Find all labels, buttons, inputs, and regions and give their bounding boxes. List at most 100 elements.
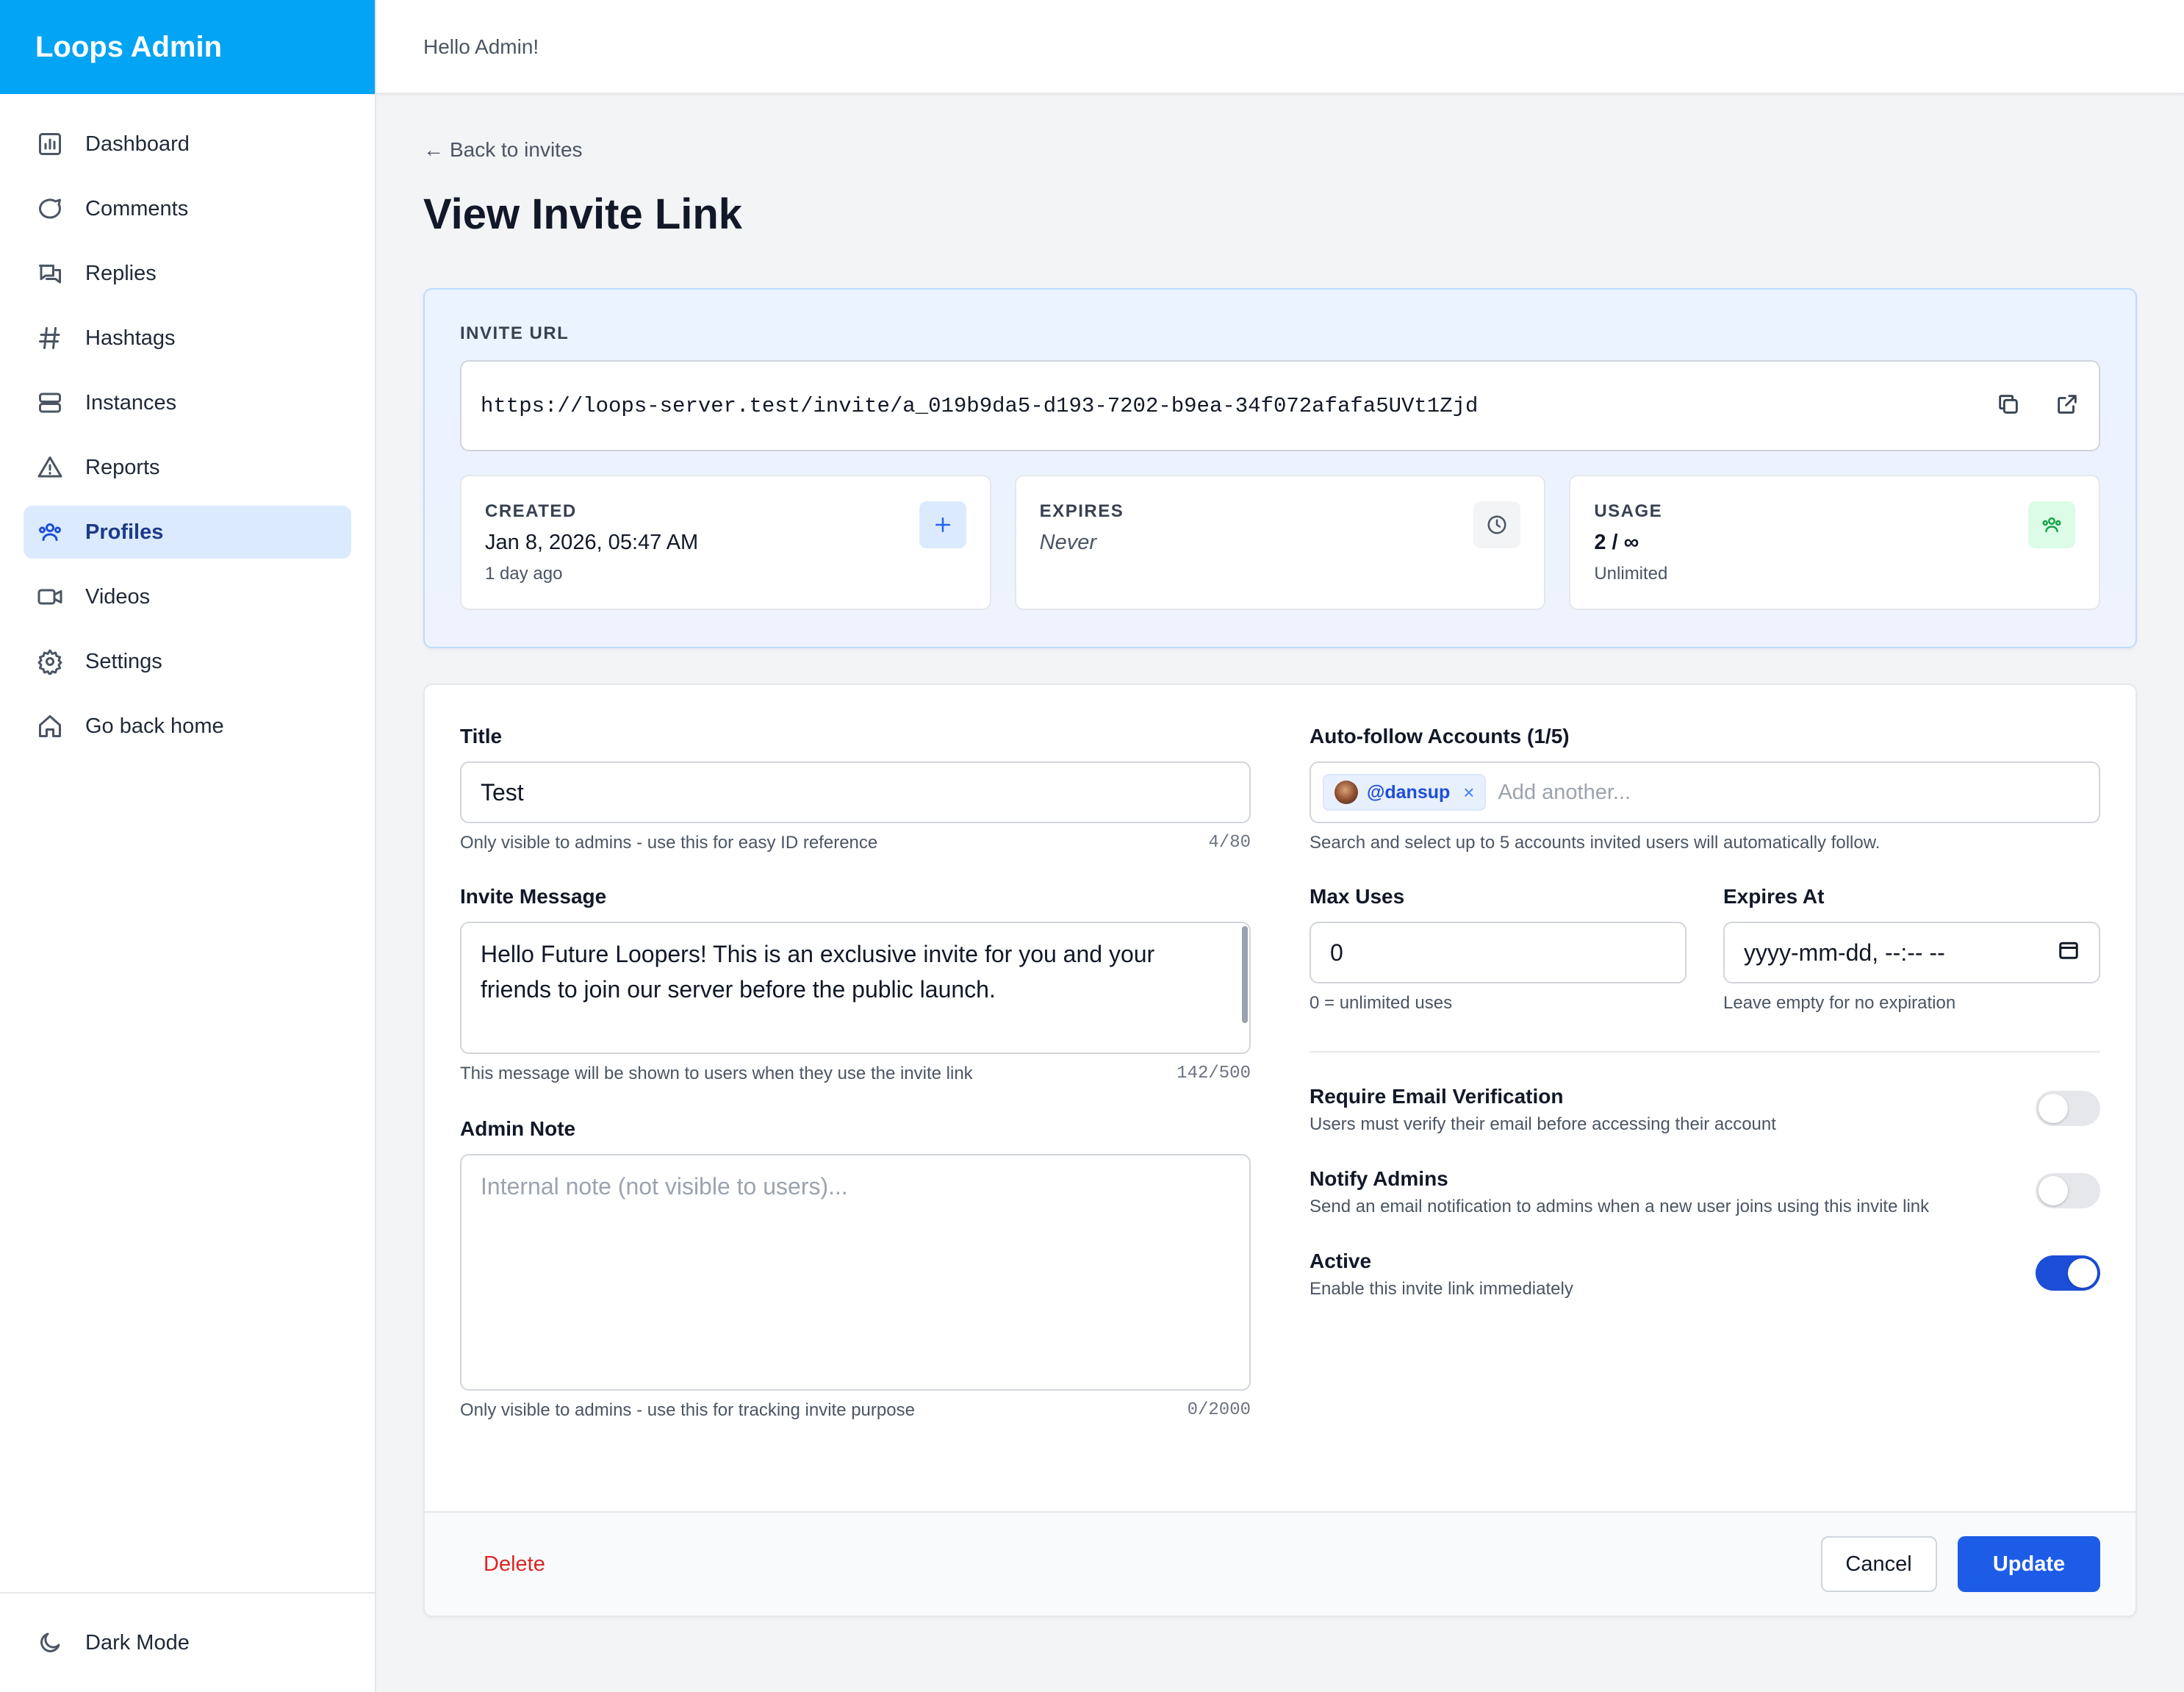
invite-url-card: INVITE URL https://loops-server.test/inv… [423,288,2137,648]
toggle-knob [2038,1176,2068,1205]
form-left-column: Title Test Only visible to admins - use … [460,722,1251,1423]
max-uses-help-row: 0 = unlimited uses [1310,991,1687,1016]
sidebar-item-dashboard[interactable]: Dashboard [24,118,351,171]
sidebar-item-hashtags[interactable]: Hashtags [24,312,351,365]
dark-mode-label: Dark Mode [85,1630,190,1655]
admin-note-textarea[interactable]: Internal note (not visible to users)... [460,1154,1251,1391]
autofollow-help-row: Search and select up to 5 accounts invit… [1310,831,2100,856]
max-uses-label: Max Uses [1310,885,1405,908]
toggle-title: Active [1310,1250,1372,1272]
expires-at-help: Leave empty for no expiration [1723,993,1956,1013]
toggle-title: Require Email Verification [1310,1085,1564,1108]
home-icon [35,711,65,741]
max-uses-input[interactable]: 0 [1310,922,1687,983]
arrow-left-icon: ← [423,138,444,161]
cancel-button[interactable]: Cancel [1820,1536,1937,1592]
video-icon [35,582,65,612]
back-to-invites-link[interactable]: ← Back to invites [423,135,2137,165]
sidebar-item-label: Videos [85,584,151,609]
greeting: Hello Admin! [423,35,539,58]
toggle-knob [2038,1094,2068,1123]
footer-actions: Cancel Update [1820,1536,2100,1592]
invite-message-textarea[interactable]: Hello Future Loopers! This is an exclusi… [460,922,1251,1054]
toggle-text: Notify Admins Send an email notification… [1310,1164,1929,1217]
external-link-icon[interactable] [2055,392,2080,420]
toggle-row-notify-admins: Notify Admins Send an email notification… [1310,1164,2100,1217]
sidebar-item-reports[interactable]: Reports [24,441,351,494]
uses-expiry-row: Max Uses 0 0 = unlimited uses Expires At… [1310,882,2100,1016]
copy-icon[interactable] [1996,392,2021,420]
invite-form: Title Test Only visible to admins - use … [423,684,2137,1617]
title-help-row: Only visible to admins - use this for ea… [460,831,1251,856]
clock-icon [1473,501,1521,548]
brand-logo[interactable]: Loops Admin [0,0,375,94]
textarea-scrollbar[interactable] [1242,926,1248,1023]
autofollow-help: Search and select up to 5 accounts invit… [1310,833,1881,853]
notify-admins-toggle[interactable] [2036,1173,2100,1208]
sidebar-item-label: Dashboard [85,132,190,156]
invite-message-text: Hello Future Loopers! This is an exclusi… [481,941,1155,1003]
divider [1310,1051,2100,1053]
server-icon [35,388,65,417]
toggle-title: Notify Admins [1310,1167,1448,1190]
stat-expires: EXPIRES Never [1014,475,1546,610]
stat-created: CREATED Jan 8, 2026, 05:47 AM 1 day ago [460,475,991,610]
update-button[interactable]: Update [1958,1536,2100,1592]
admin-note-help: Only visible to admins - use this for tr… [460,1400,915,1420]
comment-icon [35,194,65,223]
sidebar-item-replies[interactable]: Replies [24,247,351,300]
gear-icon [35,647,65,676]
toggle-row-active: Active Enable this invite link immediate… [1310,1247,2100,1300]
avatar [1335,781,1358,804]
title-counter: 4/80 [1208,833,1251,853]
calendar-icon[interactable] [2058,939,2080,967]
stat-usage-label: USAGE [1594,501,1663,521]
stat-created-value: Jan 8, 2026, 05:47 AM [485,531,699,554]
sidebar-item-comments[interactable]: Comments [24,182,351,235]
dark-mode-toggle[interactable]: Dark Mode [0,1592,375,1692]
sidebar-item-label: Go back home [85,714,224,738]
max-uses-help: 0 = unlimited uses [1310,993,1453,1013]
expires-at-label: Expires At [1723,885,1825,908]
title-input[interactable]: Test [460,761,1251,823]
toggle-row-email-verification: Require Email Verification Users must ve… [1310,1082,2100,1135]
main-content: ← Back to invites View Invite Link INVIT… [423,94,2137,1617]
invite-message-label: Invite Message [460,885,607,908]
expires-at-input[interactable]: yyyy-mm-dd, --:-- -- [1723,922,2100,983]
url-actions [1996,392,2080,420]
invite-stats: CREATED Jan 8, 2026, 05:47 AM 1 day ago … [460,475,2101,610]
sidebar-item-profiles[interactable]: Profiles [24,506,351,559]
autofollow-input[interactable]: @dansup × Add another... [1310,761,2100,823]
sidebar-item-label: Instances [85,390,177,415]
toggle-desc: Enable this invite link immediately [1310,1279,1573,1299]
sidebar-item-label: Comments [85,196,189,221]
admin-note-placeholder: Internal note (not visible to users)... [481,1173,848,1200]
invite-url-text[interactable]: https://loops-server.test/invite/a_019b9… [481,394,1478,418]
form-footer: Delete Cancel Update [425,1511,2135,1616]
delete-button[interactable]: Delete [484,1552,545,1577]
sidebar-item-label: Replies [85,261,157,285]
invite-url-label: INVITE URL [460,323,570,343]
toggle-knob [2068,1258,2097,1288]
stat-usage-value: 2 / ∞ [1594,531,1639,554]
stat-usage: USAGE 2 / ∞ Unlimited [1569,475,2101,610]
chart-icon [35,129,65,159]
active-toggle[interactable] [2036,1255,2100,1291]
expires-at-help-row: Leave empty for no expiration [1723,991,2100,1016]
sidebar-item-settings[interactable]: Settings [24,635,351,688]
expires-at-field: Expires At yyyy-mm-dd, --:-- -- Leave em… [1723,882,2100,1016]
page-title: View Invite Link [423,190,743,238]
sidebar-item-videos[interactable]: Videos [24,570,351,623]
stat-usage-sub: Unlimited [1594,564,1668,584]
sidebar-item-go-home[interactable]: Go back home [24,700,351,753]
autofollow-label: Auto-follow Accounts (1/5) [1310,725,1570,748]
stat-expires-value: Never [1039,531,1097,554]
require-email-verification-toggle[interactable] [2036,1091,2100,1126]
autofollow-placeholder: Add another... [1498,780,1631,804]
message-help-row: This message will be shown to users when… [460,1061,1251,1086]
replies-icon [35,259,65,288]
sidebar-item-instances[interactable]: Instances [24,376,351,429]
form-right-column: Auto-follow Accounts (1/5) @dansup × Add… [1310,722,2100,1300]
remove-tag-icon[interactable]: × [1463,781,1474,804]
account-tag-label: @dansup [1367,781,1451,803]
